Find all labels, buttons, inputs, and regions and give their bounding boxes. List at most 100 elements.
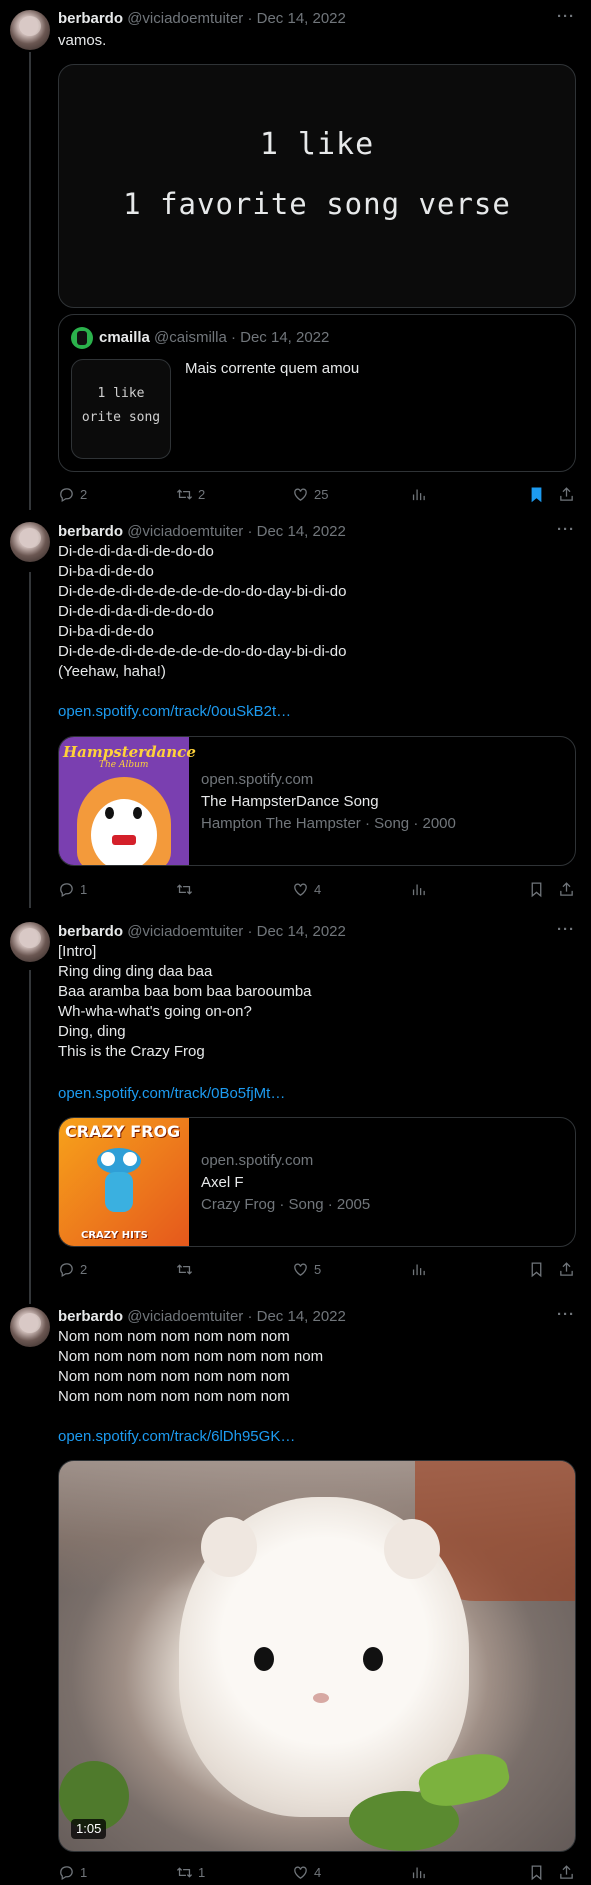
tweet-text: [Intro] Ring ding ding daa baa Baa aramba … <box>58 942 312 1062</box>
more-icon[interactable]: ··· <box>557 921 575 938</box>
quoted-tweet[interactable]: cmailla @caismilla · Dec 14, 2022 1 like… <box>58 314 576 472</box>
retweet-icon <box>176 488 193 500</box>
bookmark-button[interactable] <box>528 1259 545 1279</box>
like-count: 4 <box>314 881 322 897</box>
spotify-link[interactable]: open.spotify.com/track/0Bo5fjMt… <box>58 1084 285 1104</box>
tweet-date[interactable]: · Dec 14, 2022 <box>247 923 345 940</box>
card-title: The HampsterDance Song <box>201 793 379 810</box>
tweet-header: berbardo @viciadoemtuiter · Dec 14, 2022 <box>58 1307 346 1327</box>
video-player[interactable]: 1:05 <box>58 1460 576 1852</box>
more-icon[interactable]: ··· <box>557 521 575 538</box>
lyric-line: (Yeehaw, haha!) <box>58 663 166 680</box>
spotify-link[interactable]: open.spotify.com/track/6lDh95GK… <box>58 1427 295 1447</box>
share-icon <box>560 486 573 501</box>
retweet-button[interactable] <box>176 1259 198 1279</box>
avatar[interactable] <box>10 1307 50 1347</box>
bookmark-button[interactable] <box>528 1862 545 1882</box>
hamster-illustration <box>77 777 171 865</box>
reply-button[interactable]: 1 <box>58 1862 87 1882</box>
thumb-text-line: orite song <box>81 410 161 425</box>
lyric-line: Wh-wha-what's going on-on? <box>58 1003 252 1020</box>
views-button[interactable] <box>410 1862 427 1882</box>
lyric-line: Di-de-de-di-de-de-de-de-do-do-day-bi-di-… <box>58 643 347 660</box>
bookmark-icon <box>531 486 542 502</box>
quote-avatar <box>71 327 93 349</box>
author-name[interactable]: berbardo <box>58 10 123 27</box>
author-name[interactable]: berbardo <box>58 923 123 940</box>
tweet-date[interactable]: · Dec 14, 2022 <box>247 1308 345 1325</box>
lyric-line: Nom nom nom nom nom nom nom <box>58 1328 290 1345</box>
author-handle[interactable]: @viciadoemtuiter <box>127 1308 243 1325</box>
author-handle[interactable]: @viciadoemtuiter <box>127 523 243 540</box>
bookmark-icon <box>531 881 542 897</box>
retweet-button[interactable]: 1 <box>176 1862 205 1882</box>
like-count: 25 <box>314 486 329 502</box>
reply-button[interactable]: 2 <box>58 484 87 504</box>
bookmark-button[interactable] <box>528 484 545 504</box>
video-duration-badge: 1:05 <box>71 1819 107 1839</box>
lyric-line: Di-de-de-di-de-de-de-de-do-do-day-bi-di-… <box>58 583 347 600</box>
tweet-text: Di-de-di-da-di-de-do-do Di-ba-di-de-do Di-… <box>58 542 346 682</box>
quote-author-handle[interactable]: @caismilla <box>154 329 227 346</box>
like-icon <box>294 488 307 501</box>
media-text-line: 1 like <box>259 127 375 162</box>
quote-author-name[interactable]: cmailla <box>99 329 150 346</box>
card-subtitle: Crazy Frog · Song · 2005 <box>201 1196 371 1213</box>
reply-button[interactable]: 2 <box>58 1259 87 1279</box>
bookmark-icon <box>531 1864 542 1880</box>
lyric-line: [Intro] <box>58 943 97 960</box>
like-count: 4 <box>314 1864 322 1880</box>
reply-button[interactable]: 1 <box>58 879 87 899</box>
more-icon[interactable]: ··· <box>557 8 575 25</box>
tweet-text: vamos. <box>58 32 107 49</box>
card-domain: open.spotify.com <box>201 771 314 788</box>
media-image[interactable]: 1 like 1 favorite song verse <box>58 64 576 308</box>
tweet[interactable]: berbardo @viciadoemtuiter · Dec 14, 2022… <box>0 520 591 920</box>
share-icon <box>560 1261 573 1276</box>
link-card[interactable]: Hampsterdance The Album open.spotify.com… <box>58 736 576 866</box>
reply-icon <box>60 1865 73 1880</box>
more-icon[interactable]: ··· <box>557 1306 575 1323</box>
reply-count: 2 <box>80 486 88 502</box>
like-button[interactable]: 25 <box>292 484 328 504</box>
avatar[interactable] <box>10 522 50 562</box>
bookmark-button[interactable] <box>528 879 545 899</box>
avatar[interactable] <box>10 10 50 50</box>
lyric-line: Ring ding ding daa baa <box>58 963 213 980</box>
album-cover-title: Hampsterdance <box>63 743 196 761</box>
tweet[interactable]: berbardo @viciadoemtuiter · Dec 14, 2022… <box>0 1305 591 1885</box>
share-button[interactable] <box>558 1862 575 1882</box>
share-button[interactable] <box>558 1259 575 1279</box>
author-name[interactable]: berbardo <box>58 1308 123 1325</box>
views-button[interactable] <box>410 879 427 899</box>
card-info: open.spotify.com The HampsterDance Song … <box>201 769 456 835</box>
reply-count: 2 <box>80 1261 88 1277</box>
author-handle[interactable]: @viciadoemtuiter <box>127 923 243 940</box>
tweet-date[interactable]: · Dec 14, 2022 <box>247 523 345 540</box>
retweet-button[interactable]: 2 <box>176 484 205 504</box>
author-name[interactable]: berbardo <box>58 523 123 540</box>
link-card[interactable]: CRAZY FROG CRAZY HITS open.spotify.com A… <box>58 1117 576 1247</box>
views-button[interactable] <box>410 484 427 504</box>
share-button[interactable] <box>558 879 575 899</box>
retweet-count: 1 <box>198 1864 206 1880</box>
like-button[interactable]: 4 <box>292 879 321 899</box>
tweet-header: berbardo @viciadoemtuiter · Dec 14, 2022 <box>58 9 346 29</box>
like-button[interactable]: 5 <box>292 1259 321 1279</box>
like-button[interactable]: 4 <box>292 1862 321 1882</box>
views-button[interactable] <box>410 1259 427 1279</box>
quote-date[interactable]: · Dec 14, 2022 <box>231 329 329 346</box>
reply-count: 1 <box>80 881 88 897</box>
tweet-date[interactable]: · Dec 14, 2022 <box>247 10 345 27</box>
tweet[interactable]: berbardo @viciadoemtuiter · Dec 14, 2022… <box>0 0 591 520</box>
tweet[interactable]: berbardo @viciadoemtuiter · Dec 14, 2022… <box>0 920 591 1305</box>
retweet-count: 2 <box>198 486 206 502</box>
share-button[interactable] <box>558 484 575 504</box>
retweet-button[interactable] <box>176 879 198 899</box>
quote-thumbnail[interactable]: 1 like orite song <box>71 359 171 459</box>
avatar[interactable] <box>10 922 50 962</box>
author-handle[interactable]: @viciadoemtuiter <box>127 10 243 27</box>
spotify-link[interactable]: open.spotify.com/track/0ouSkB2t… <box>58 702 291 722</box>
views-icon <box>412 884 425 895</box>
reply-icon <box>60 487 73 502</box>
